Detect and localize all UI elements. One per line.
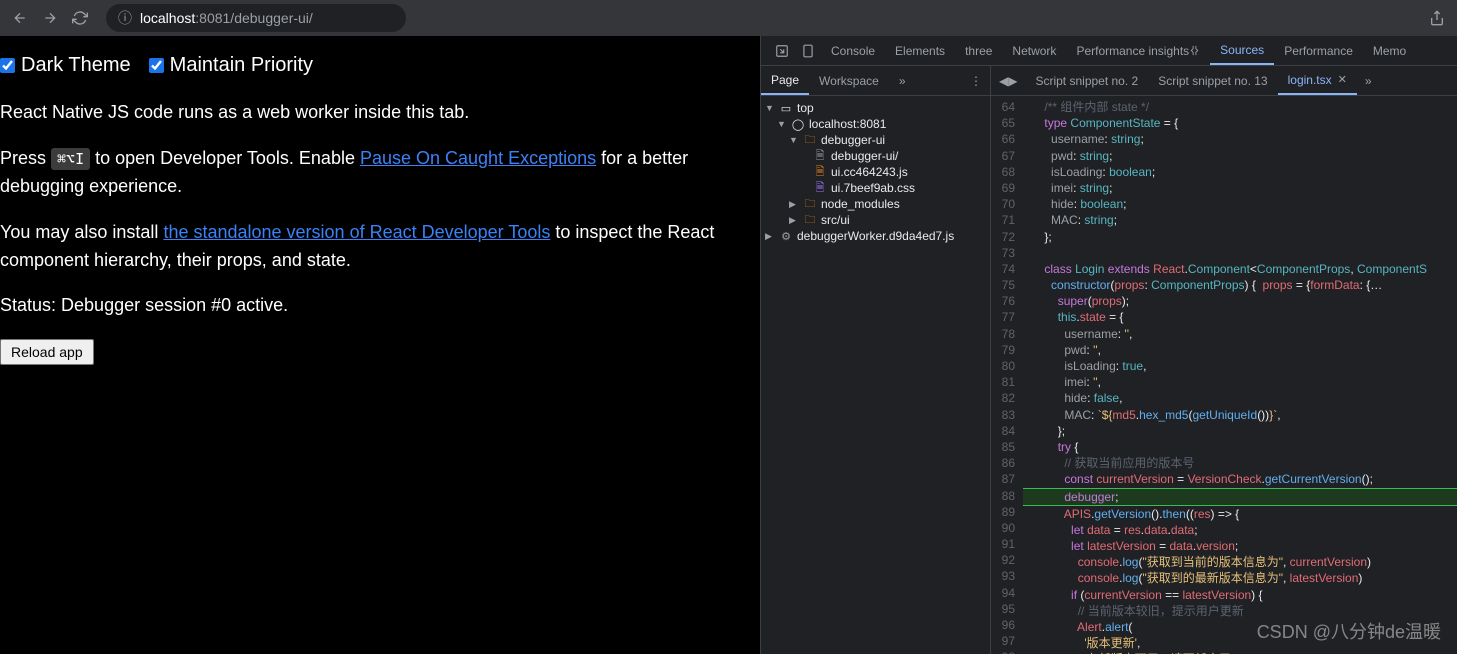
code-view[interactable]: 6465666768697071727374757677787980818283… [991, 96, 1457, 654]
file-tabs: ◀▶ Script snippet no. 2 Script snippet n… [991, 66, 1457, 96]
file-tab-login[interactable]: login.tsx✕ [1278, 66, 1357, 95]
close-icon[interactable]: ✕ [1338, 73, 1347, 86]
nav-tab-page[interactable]: Page [761, 66, 809, 95]
back-icon[interactable] [12, 10, 28, 26]
url-host: localhost [140, 10, 195, 26]
file-tab-snippet-13[interactable]: Script snippet no. 13 [1148, 66, 1277, 95]
tree-file[interactable]: 🗎ui.cc464243.js [761, 164, 990, 180]
browser-toolbar: ⓘ localhost:8081/debugger-ui/ [0, 0, 1457, 36]
info-devtools: Press ⌘⌥I to open Developer Tools. Enabl… [0, 145, 760, 201]
tree-worker[interactable]: ▶⚙debuggerWorker.d9da4ed7.js [761, 228, 990, 244]
tree-host[interactable]: ▼◯localhost:8081 [761, 116, 990, 132]
pause-exceptions-link[interactable]: Pause On Caught Exceptions [360, 148, 596, 168]
tab-sources[interactable]: Sources [1210, 36, 1274, 65]
maintain-priority-option[interactable]: Maintain Priority [149, 50, 313, 81]
url-path: :8081/debugger-ui/ [195, 10, 313, 26]
info-icon: ⓘ [118, 8, 132, 28]
tree-folder-src-ui[interactable]: ▶🗀src/ui [761, 212, 990, 228]
tree-file[interactable]: 🗎debugger-ui/ [761, 148, 990, 164]
info-standalone: You may also install the standalone vers… [0, 219, 760, 275]
info-worker: React Native JS code runs as a web worke… [0, 99, 760, 127]
devtools-panel: Console Elements three Network Performan… [760, 36, 1457, 654]
navigator: Page Workspace » ⋮ ▼▭top ▼◯localhost:808… [761, 66, 991, 654]
nav-menu-icon[interactable]: ⋮ [962, 74, 990, 88]
nav-tab-more-icon[interactable]: » [889, 66, 916, 95]
file-tab-prev-icon[interactable]: ◀▶ [991, 74, 1025, 88]
tab-network[interactable]: Network [1002, 36, 1066, 65]
reload-button[interactable]: Reload app [0, 339, 94, 365]
tab-console[interactable]: Console [821, 36, 885, 65]
tab-three[interactable]: three [955, 36, 1002, 65]
inspect-icon[interactable] [769, 44, 795, 58]
tab-elements[interactable]: Elements [885, 36, 955, 65]
code-lines: /** 组件内部 state */ type ComponentState = … [1023, 96, 1457, 654]
debugger-page: Dark Theme Maintain Priority React Nativ… [0, 36, 760, 654]
editor: ◀▶ Script snippet no. 2 Script snippet n… [991, 66, 1457, 654]
kbd-shortcut: ⌘⌥I [51, 148, 90, 170]
device-icon[interactable] [795, 44, 821, 58]
tree-file[interactable]: 🗎ui.7beef9ab.css [761, 180, 990, 196]
tab-perf-insights[interactable]: Performance insights [1066, 36, 1210, 65]
forward-icon[interactable] [42, 10, 58, 26]
file-tab-snippet-2[interactable]: Script snippet no. 2 [1025, 66, 1148, 95]
standalone-link[interactable]: the standalone version of React Develope… [163, 222, 550, 242]
maintain-priority-checkbox[interactable] [149, 58, 164, 73]
devtools-tabs: Console Elements three Network Performan… [761, 36, 1457, 66]
share-icon[interactable] [1429, 10, 1445, 26]
status-text: Status: Debugger session #0 active. [0, 292, 760, 320]
dark-theme-option[interactable]: Dark Theme [0, 50, 131, 81]
tree-top[interactable]: ▼▭top [761, 100, 990, 116]
tab-performance[interactable]: Performance [1274, 36, 1363, 65]
reload-icon[interactable] [72, 10, 88, 26]
tree-folder-node-modules[interactable]: ▶🗀node_modules [761, 196, 990, 212]
tab-memory[interactable]: Memo [1363, 36, 1416, 65]
dark-theme-checkbox[interactable] [0, 58, 15, 73]
address-bar[interactable]: ⓘ localhost:8081/debugger-ui/ [106, 4, 406, 32]
tree-folder-debugger-ui[interactable]: ▼🗀debugger-ui [761, 132, 990, 148]
line-gutter: 6465666768697071727374757677787980818283… [991, 96, 1023, 654]
file-tab-more-icon[interactable]: » [1357, 74, 1380, 88]
file-tree: ▼▭top ▼◯localhost:8081 ▼🗀debugger-ui 🗎de… [761, 96, 990, 248]
nav-tab-workspace[interactable]: Workspace [809, 66, 889, 95]
